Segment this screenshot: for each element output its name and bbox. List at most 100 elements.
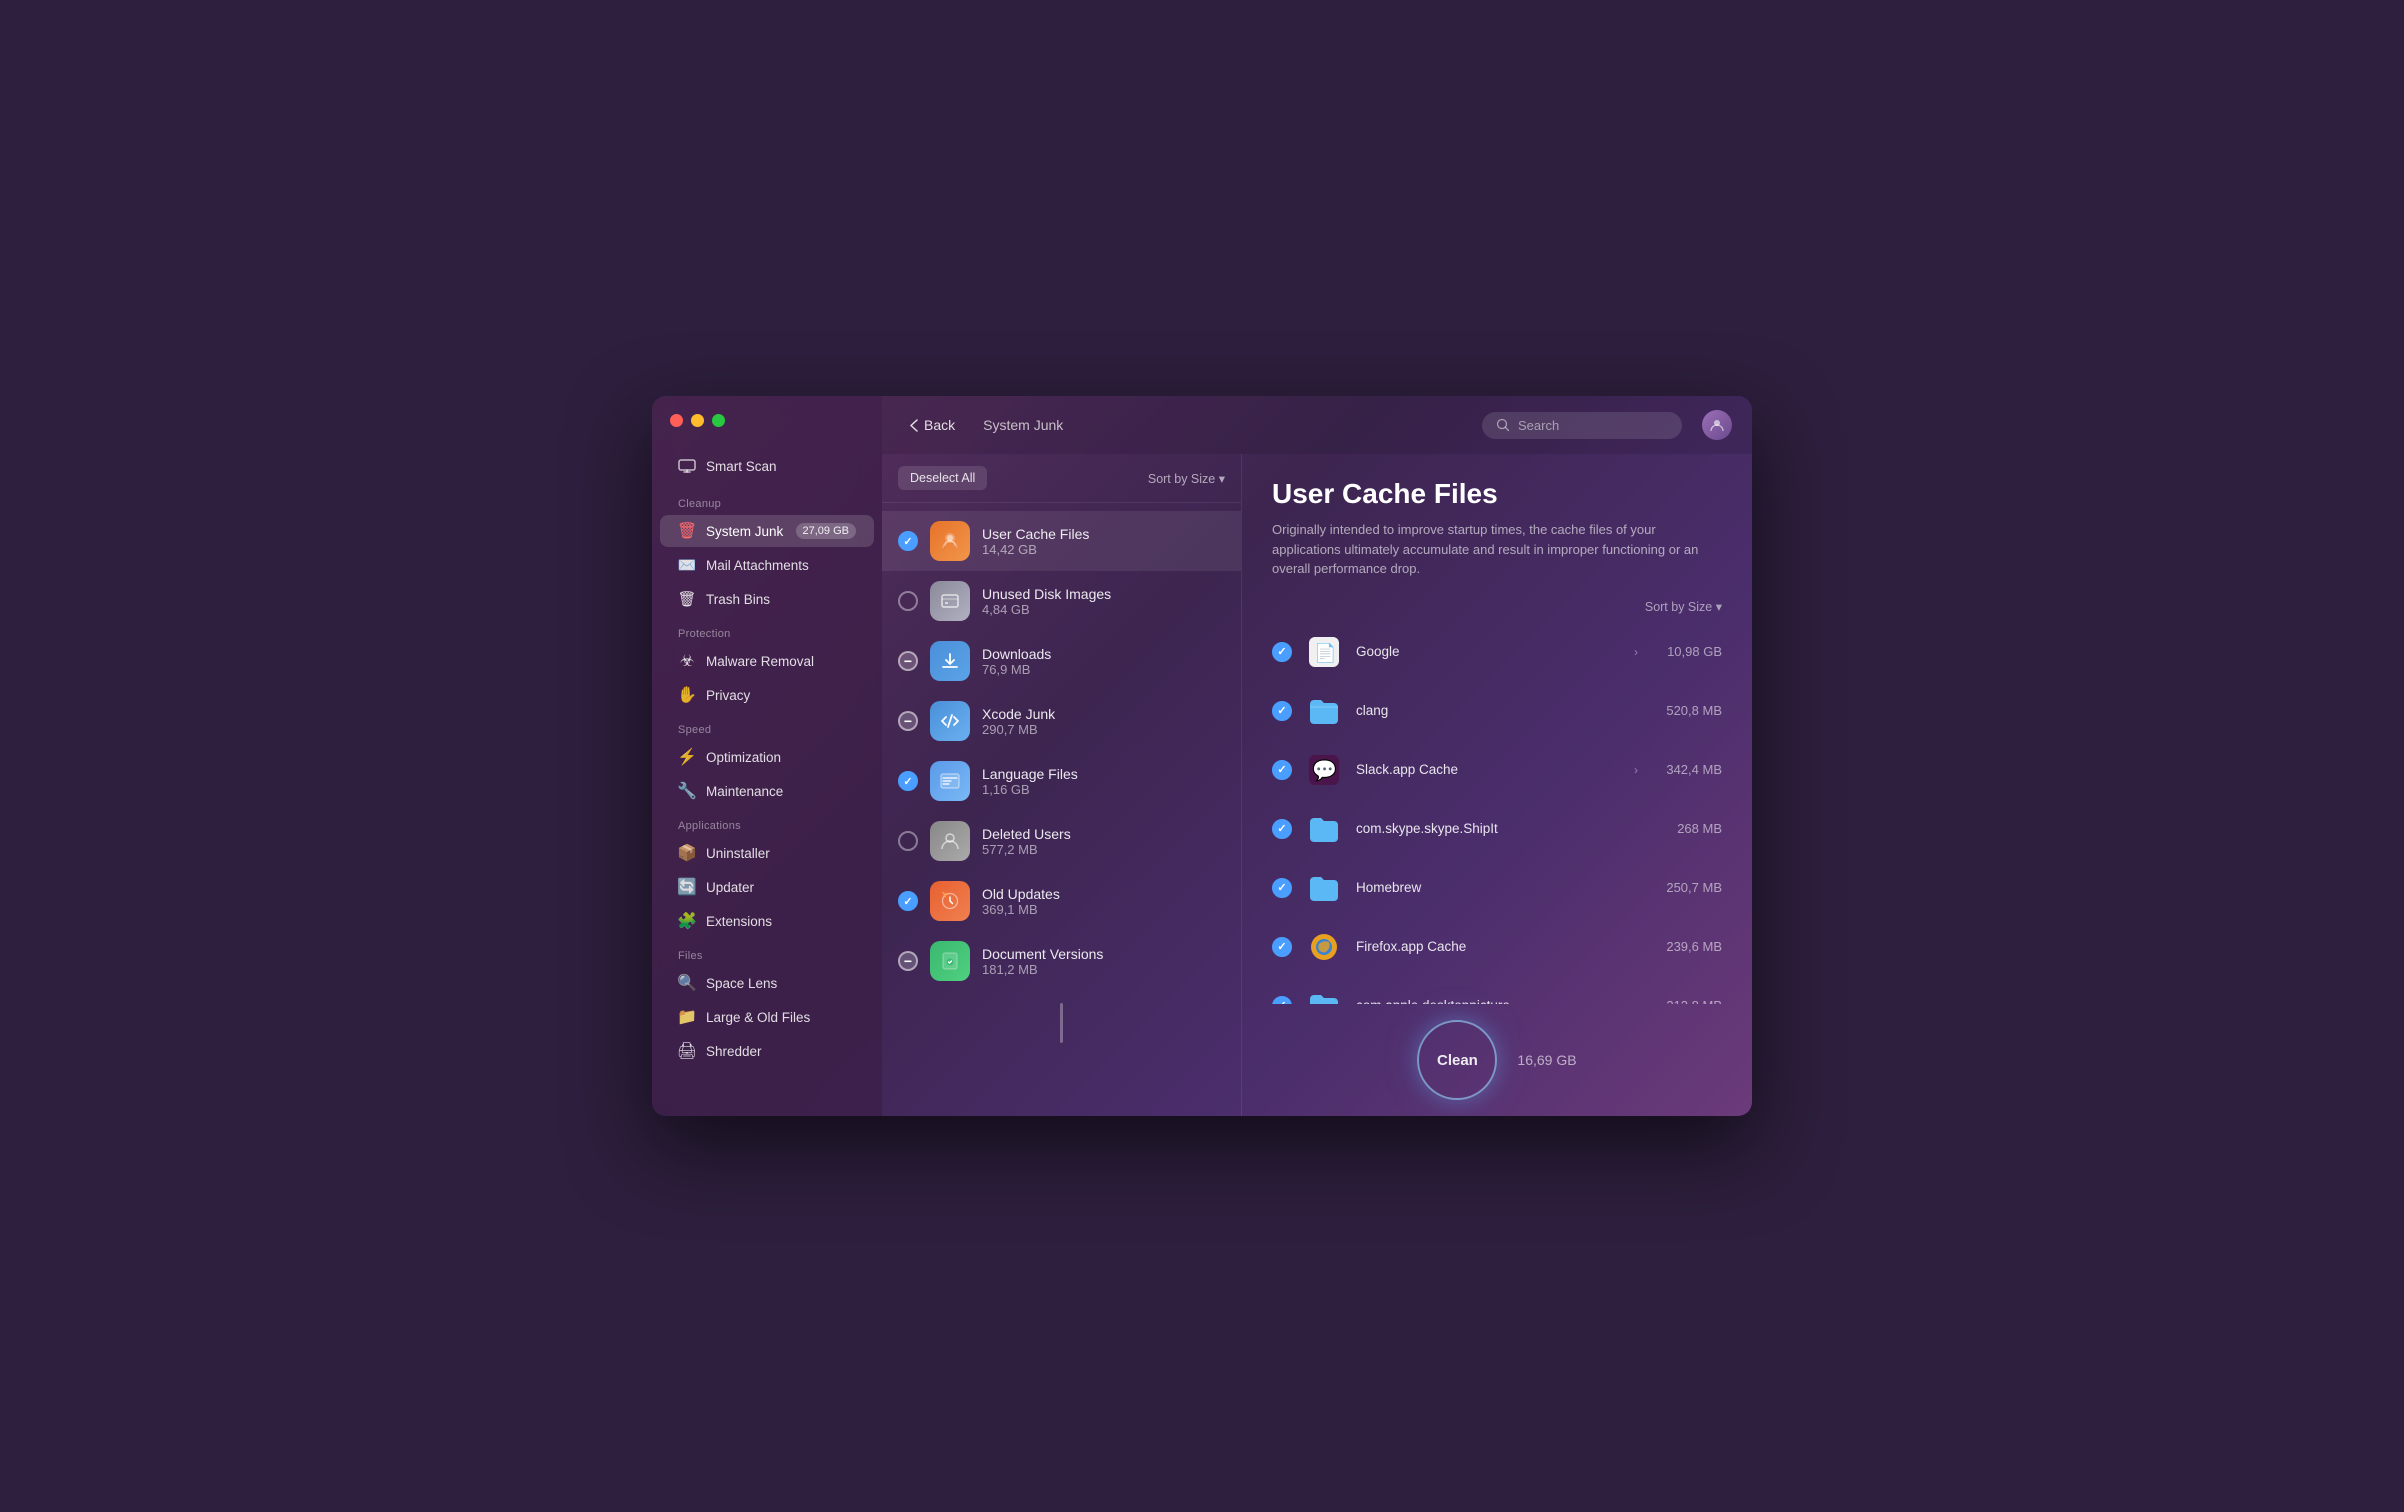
detail-item[interactable]: Homebrew 250,7 MB [1252,859,1742,917]
checkbox-apple-desktop[interactable] [1272,996,1292,1005]
checkbox-unused-disk[interactable] [898,591,918,611]
search-input[interactable] [1518,418,1668,433]
detail-item-size: 268 MB [1652,821,1722,836]
list-item-info: Old Updates 369,1 MB [982,886,1225,917]
svg-text:💬: 💬 [1312,758,1337,782]
fullscreen-button[interactable] [712,414,725,427]
sort-button[interactable]: Sort by Size ▾ [1148,471,1225,486]
sidebar-item-privacy[interactable]: ✋ Privacy [660,679,874,711]
checkbox-clang[interactable] [1272,701,1292,721]
checkbox-slack[interactable] [1272,760,1292,780]
list-item[interactable]: Deleted Users 577,2 MB [882,811,1241,871]
checkbox-deleted-users[interactable] [898,831,918,851]
checkbox-google[interactable] [1272,642,1292,662]
sidebar-item-label: Large & Old Files [706,1010,810,1025]
sidebar-section-speed: Speed [652,712,882,740]
checkbox-downloads[interactable] [898,651,918,671]
sidebar-item-label: Updater [706,880,754,895]
firefox-icon [1306,929,1342,965]
list-item-name: Document Versions [982,946,1225,962]
list-item-info: User Cache Files 14,42 GB [982,526,1225,557]
sidebar-item-smart-scan[interactable]: Smart Scan [660,450,874,482]
detail-sort-bar: Sort by Size ▾ [1242,595,1752,622]
checkbox-user-cache[interactable] [898,531,918,551]
detail-item[interactable]: Firefox.app Cache 239,6 MB [1252,918,1742,976]
detail-item-size: 239,6 MB [1652,939,1722,954]
checkbox-skype[interactable] [1272,819,1292,839]
sidebar-item-uninstaller[interactable]: 📦 Uninstaller [660,837,874,869]
checkbox-old-updates[interactable] [898,891,918,911]
optimization-icon: ⚡ [678,748,696,766]
list-item[interactable]: Xcode Junk 290,7 MB [882,691,1241,751]
detail-sort-button[interactable]: Sort by Size ▾ [1645,599,1722,614]
sidebar-item-label: Shredder [706,1044,762,1059]
list-item-size: 1,16 GB [982,782,1225,797]
checkbox-language[interactable] [898,771,918,791]
detail-item[interactable]: 📄 Google › 10,98 GB [1252,623,1742,681]
list-item-name: Deleted Users [982,826,1225,842]
sidebar-item-label: Extensions [706,914,772,929]
sidebar-item-label: Uninstaller [706,846,770,861]
sidebar-item-large-old-files[interactable]: 📁 Large & Old Files [660,1001,874,1033]
list-item[interactable]: Downloads 76,9 MB [882,631,1241,691]
sidebar-item-malware-removal[interactable]: ☣ Malware Removal [660,645,874,677]
list-item-info: Xcode Junk 290,7 MB [982,706,1225,737]
google-icon: 📄 [1306,634,1342,670]
list-item-name: Downloads [982,646,1225,662]
list-item-size: 4,84 GB [982,602,1225,617]
smart-scan-icon [678,457,696,475]
back-label: Back [924,417,955,433]
list-panel: Deselect All Sort by Size ▾ [882,454,1242,1116]
sidebar-item-mail-attachments[interactable]: ✉️ Mail Attachments [660,549,874,581]
sidebar-item-maintenance[interactable]: 🔧 Maintenance [660,775,874,807]
list-items: User Cache Files 14,42 GB [882,503,1241,1116]
sidebar-item-extensions[interactable]: 🧩 Extensions [660,905,874,937]
list-item-size: 76,9 MB [982,662,1225,677]
extensions-icon: 🧩 [678,912,696,930]
sidebar-item-space-lens[interactable]: 🔍 Space Lens [660,967,874,999]
sidebar-item-trash-bins[interactable]: 🗑 Trash Bins [660,583,874,615]
detail-item[interactable]: clang 520,8 MB [1252,682,1742,740]
close-button[interactable] [670,414,683,427]
sidebar-section-cleanup: Cleanup [652,486,882,514]
system-junk-icon: 🗑 [678,522,696,540]
deleted-users-icon [930,821,970,861]
checkbox-doc-versions[interactable] [898,951,918,971]
checkbox-firefox[interactable] [1272,937,1292,957]
list-item[interactable]: User Cache Files 14,42 GB [882,511,1241,571]
sidebar-item-system-junk[interactable]: 🗑 System Junk 27,09 GB [660,515,874,547]
malware-icon: ☣ [678,652,696,670]
deselect-all-button[interactable]: Deselect All [898,466,987,490]
detail-item[interactable]: com.apple.desktoppicture 212,8 MB [1252,977,1742,1005]
traffic-lights [670,414,725,427]
detail-panel: User Cache Files Originally intended to … [1242,454,1752,1116]
detail-item[interactable]: 💬 Slack.app Cache › 342,4 MB [1252,741,1742,799]
checkbox-xcode[interactable] [898,711,918,731]
list-item[interactable]: Unused Disk Images 4,84 GB [882,571,1241,631]
list-item[interactable]: Document Versions 181,2 MB [882,931,1241,991]
minimize-button[interactable] [691,414,704,427]
clean-button[interactable]: Clean [1417,1020,1497,1100]
detail-item-name: clang [1356,703,1638,718]
sidebar-item-label: Trash Bins [706,592,770,607]
sidebar: Smart Scan Cleanup 🗑 System Junk 27,09 G… [652,396,882,1116]
sidebar-item-optimization[interactable]: ⚡ Optimization [660,741,874,773]
chevron-right-icon: › [1634,763,1638,777]
detail-item[interactable]: com.skype.skype.ShipIt 268 MB [1252,800,1742,858]
checkbox-homebrew[interactable] [1272,878,1292,898]
back-button[interactable]: Back [902,413,963,437]
sidebar-item-label: Privacy [706,688,750,703]
search-icon [1496,418,1510,432]
avatar-button[interactable] [1702,410,1732,440]
sidebar-item-label: System Junk [706,524,783,539]
sidebar-item-updater[interactable]: 🔄 Updater [660,871,874,903]
folder-icon [1306,870,1342,906]
detail-item-name: Google [1356,644,1620,659]
list-item[interactable]: Old Updates 369,1 MB [882,871,1241,931]
list-item-size: 290,7 MB [982,722,1225,737]
maintenance-icon: 🔧 [678,782,696,800]
detail-item-size: 10,98 GB [1652,644,1722,659]
sidebar-item-shredder[interactable]: 🖨 Shredder [660,1035,874,1067]
list-header: Deselect All Sort by Size ▾ [882,454,1241,503]
list-item[interactable]: Language Files 1,16 GB [882,751,1241,811]
